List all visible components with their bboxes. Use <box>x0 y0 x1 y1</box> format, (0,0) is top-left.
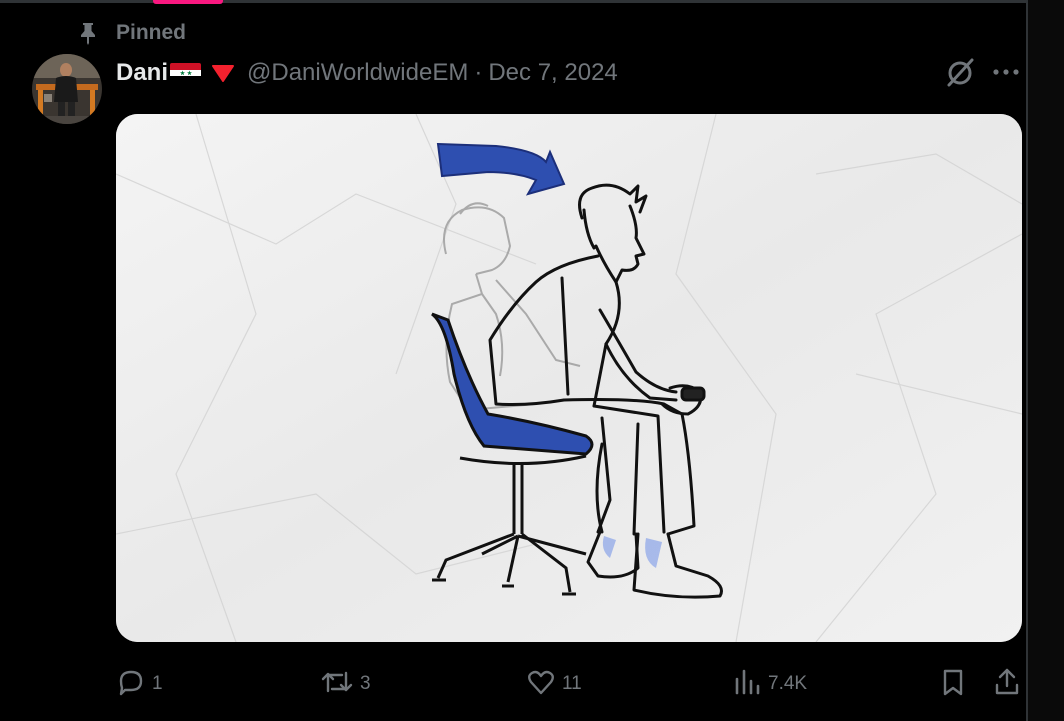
like-icon <box>526 667 556 702</box>
repost-count: 3 <box>360 673 371 694</box>
share-icon <box>992 667 1022 702</box>
repost-button[interactable]: 3 <box>320 664 371 704</box>
reply-count: 1 <box>152 673 163 694</box>
post-image[interactable] <box>116 114 1022 642</box>
pinned-indicator: Pinned <box>76 20 186 46</box>
repost-icon <box>320 667 354 702</box>
pin-icon <box>76 21 100 45</box>
view-count: 7.4K <box>768 673 808 694</box>
scrollbar-gutter <box>1028 0 1064 721</box>
reply-button[interactable]: 1 <box>116 664 163 704</box>
bookmark-icon <box>938 667 968 702</box>
like-button[interactable]: 11 <box>526 664 582 704</box>
post-date[interactable]: Dec 7, 2024 <box>488 59 617 87</box>
avatar[interactable] <box>32 54 102 124</box>
share-button[interactable] <box>992 664 1022 704</box>
views-button[interactable]: 7.4K <box>732 664 807 704</box>
grok-icon[interactable] <box>944 56 976 88</box>
post-header: Dani @DaniWorldwideEM · Dec 7, 2024 <box>116 56 618 90</box>
active-tab-indicator <box>153 0 223 4</box>
display-name[interactable]: Dani <box>116 59 168 87</box>
separator-dot: · <box>474 59 483 86</box>
reply-icon <box>116 667 146 702</box>
like-count: 11 <box>562 673 582 694</box>
verified-badge-icon <box>211 64 235 82</box>
flag-icon <box>170 63 202 83</box>
more-icon[interactable] <box>990 60 1022 84</box>
pinned-label: Pinned <box>116 21 187 44</box>
views-icon <box>732 667 762 702</box>
bookmark-button[interactable] <box>938 664 968 704</box>
user-handle[interactable]: @DaniWorldwideEM <box>247 59 468 87</box>
